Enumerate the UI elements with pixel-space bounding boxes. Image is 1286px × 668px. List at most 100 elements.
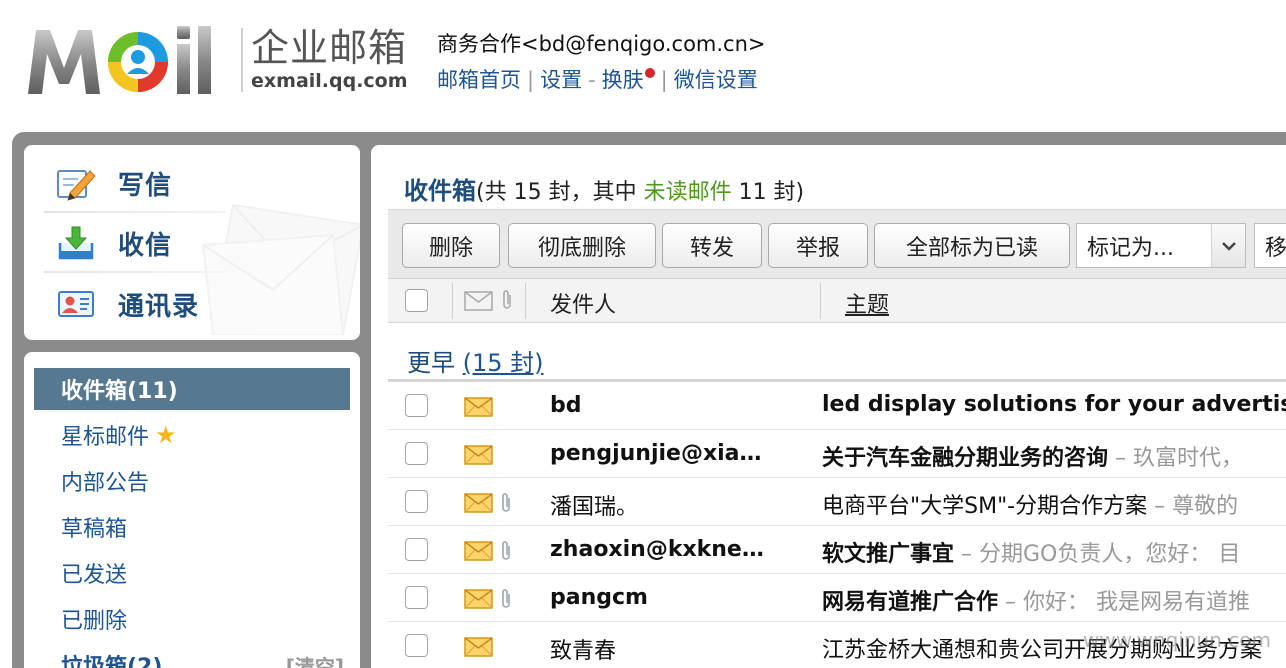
mail-list-header: 发件人 主题 [388, 279, 1286, 323]
change-skin-link[interactable]: 换肤 [602, 68, 644, 92]
mail-row-checkbox[interactable] [405, 442, 428, 465]
contacts-icon [58, 291, 94, 317]
folder-inbox[interactable]: 收件箱(11) [34, 368, 350, 410]
unread-envelope-icon [464, 589, 493, 609]
mail-row[interactable]: pengjunjie@xia… 关于汽车金融分期业务的咨询 – 玖富时代， [388, 430, 1286, 478]
new-badge-dot [644, 68, 655, 78]
settings-link[interactable]: 设置 [540, 68, 582, 92]
folder-spam[interactable]: 垃圾箱(2) [清空] [34, 644, 350, 668]
compose-label: 写信 [118, 170, 173, 201]
mail-subject-cell: 软文推广事宜 – 分期GO负责人，您好： 目 [822, 536, 1240, 568]
delete-button[interactable]: 删除 [402, 223, 500, 268]
mark-as-dropdown[interactable]: 标记为... [1076, 223, 1246, 268]
column-divider [525, 283, 526, 319]
quick-divider [44, 271, 226, 273]
mailbox-home-link[interactable]: 邮箱首页 [437, 68, 521, 92]
mail-subject: 网易有道推广合作 [822, 590, 999, 615]
folder-drafts[interactable]: 草稿箱 [34, 506, 350, 548]
delete-permanently-button[interactable]: 彻底删除 [508, 223, 656, 268]
mail-snippet: – 尊敬的 [1147, 494, 1239, 519]
folder-starred-label: 星标邮件 [61, 425, 150, 450]
mail-subject-cell: led display solutions for your advertis [822, 392, 1286, 417]
folder-deleted[interactable]: 已删除 [34, 598, 350, 640]
move-to-dropdown[interactable]: 移 [1254, 223, 1286, 268]
inbox-unread-count: 11 封) [731, 180, 805, 205]
mail-row-checkbox[interactable] [405, 586, 428, 609]
mark-all-read-button[interactable]: 全部标为已读 [874, 223, 1070, 268]
mail-row-checkbox[interactable] [405, 394, 428, 417]
wechat-settings-link[interactable]: 微信设置 [674, 68, 758, 92]
sender-column-header[interactable]: 发件人 [550, 287, 616, 319]
mail-sender: 潘国瑞。 [550, 495, 639, 520]
attachment-icon [502, 493, 510, 512]
folder-announcements[interactable]: 内部公告 [34, 460, 350, 502]
mail-subject-cell: 电商平台"大学SM"-分期合作方案 – 尊敬的 [822, 488, 1238, 520]
column-divider [820, 283, 821, 319]
mail-sender: bd [550, 393, 582, 418]
group-label: 更早 [407, 349, 463, 377]
mail-list-panel: 收件箱(共 15 封，其中 未读邮件 11 封) 删除 彻底删除 转发 举报 全… [371, 145, 1286, 668]
mail-snippet: – 分期GO负责人，您好： 目 [954, 542, 1241, 567]
attachment-icon [502, 541, 510, 560]
mail-subject: 软文推广事宜 [822, 542, 955, 567]
mail-snippet: – 你好： 我是网易有道推 [998, 590, 1250, 615]
receive-button[interactable]: 收信 [44, 215, 224, 271]
unread-envelope-icon [464, 445, 493, 465]
mail-row[interactable]: 潘国瑞。 电商平台"大学SM"-分期合作方案 – 尊敬的 [388, 478, 1286, 526]
quick-actions-panel: 写信 收信 通讯录 [24, 145, 360, 340]
folder-panel: 收件箱(11) 星标邮件 ★ 内部公告 草稿箱 已发送 已删除 垃圾箱(2) [清… [24, 352, 360, 668]
mail-subject: 关于汽车金融分期业务的咨询 [822, 446, 1109, 471]
attachment-header-icon [503, 290, 511, 309]
mail-subject-cell: 网易有道推广合作 – 你好： 我是网易有道推 [822, 584, 1250, 616]
mail-sender: 致青春 [550, 639, 617, 664]
compose-icon [57, 170, 96, 201]
brand-domain: exmail.qq.com [251, 70, 408, 92]
mail-sender: pangcm [550, 585, 648, 610]
compose-button[interactable]: 写信 [44, 155, 224, 211]
receive-label: 收信 [118, 230, 173, 261]
read-status-header-icon [464, 291, 493, 311]
mail-sender: pengjunjie@xia… [550, 441, 762, 466]
contacts-label: 通讯录 [118, 291, 200, 322]
column-divider [452, 283, 453, 319]
mail-row[interactable]: zhaoxin@kxkne… 软文推广事宜 – 分期GO负责人，您好： 目 [388, 526, 1286, 574]
mail-row-checkbox[interactable] [405, 634, 428, 657]
top-nav: 邮箱首页 | 设置 - 换肤 | 微信设置 [437, 66, 758, 94]
unread-envelope-icon [464, 493, 493, 513]
mail-row-checkbox[interactable] [405, 490, 428, 513]
mail-row-checkbox[interactable] [405, 538, 428, 561]
folder-sent[interactable]: 已发送 [34, 552, 350, 594]
mail-toolbar: 删除 彻底删除 转发 举报 全部标为已读 标记为... 移 [388, 209, 1286, 279]
mail-subject-cell: 关于汽车金融分期业务的咨询 – 玖富时代， [822, 440, 1243, 472]
folder-starred[interactable]: 星标邮件 ★ [34, 414, 350, 456]
empty-spam-link[interactable]: [清空] [286, 651, 344, 668]
mail-logo [28, 26, 211, 94]
receive-icon [58, 226, 94, 260]
mail-row[interactable]: bd led display solutions for your adverti… [388, 382, 1286, 430]
mail-sender: zhaoxin@kxkne… [550, 537, 764, 562]
contacts-button[interactable]: 通讯录 [44, 276, 224, 332]
unread-envelope-icon [464, 637, 493, 657]
group-heading: 更早 (15 封) [407, 343, 544, 378]
move-to-label: 移 [1265, 235, 1286, 261]
forward-button[interactable]: 转发 [662, 223, 762, 268]
inbox-count-text: (共 15 封，其中 [476, 180, 644, 205]
subject-column-header[interactable]: 主题 [845, 287, 889, 319]
chevron-down-icon [1211, 224, 1245, 267]
nav-separator: | [527, 68, 535, 92]
nav-separator: | [660, 68, 668, 92]
report-button[interactable]: 举报 [768, 223, 868, 268]
watermark: www.wnqinun.com [1083, 628, 1271, 652]
mail-subject: 电商平台"大学SM"-分期合作方案 [822, 494, 1148, 519]
unread-mail-link[interactable]: 未读邮件 [644, 180, 732, 205]
star-icon: ★ [155, 421, 177, 449]
unread-envelope-icon [464, 397, 493, 417]
mail-row[interactable]: pangcm 网易有道推广合作 – 你好： 我是网易有道推 [388, 574, 1286, 622]
select-all-checkbox[interactable] [405, 289, 428, 312]
inbox-summary: 收件箱(共 15 封，其中 未读邮件 11 封) [404, 171, 804, 206]
inbox-title: 收件箱 [404, 177, 476, 205]
mail-subject: led display solutions for your advertis [822, 392, 1286, 417]
group-count-link[interactable]: (15 封) [463, 349, 544, 377]
quick-divider [44, 211, 226, 213]
nav-separator: - [588, 68, 596, 92]
